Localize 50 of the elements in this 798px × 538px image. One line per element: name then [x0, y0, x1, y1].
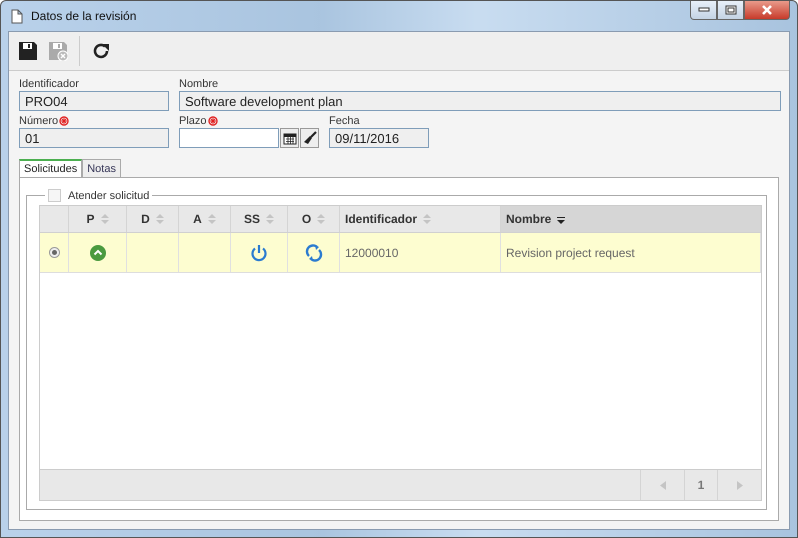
page-number[interactable]: 1: [684, 470, 717, 500]
sort-icon: [557, 214, 566, 224]
input-field[interactable]: 01: [19, 128, 169, 148]
column-header[interactable]: D: [127, 206, 179, 232]
table-cell: 12000010: [345, 246, 398, 260]
field-label: Plazo: [179, 115, 207, 127]
radio-button[interactable]: [48, 247, 60, 258]
clear-button[interactable]: [300, 128, 319, 148]
chevron-up-icon: [88, 244, 106, 262]
maximize-icon: [724, 5, 736, 15]
maximize-button[interactable]: [717, 1, 744, 20]
column-header[interactable]: A: [179, 206, 231, 232]
close-icon: [760, 5, 774, 15]
tab[interactable]: Notas: [82, 159, 121, 177]
input-field[interactable]: Software development plan: [179, 91, 781, 111]
column-header[interactable]: SS: [231, 206, 288, 232]
window-title: Datos de la revisión: [31, 9, 136, 23]
right-triangle-icon: [736, 480, 742, 490]
required-icon: [208, 116, 218, 126]
sort-icon: [266, 214, 274, 224]
minimize-icon: [698, 7, 710, 13]
field-label: Nombre: [179, 78, 218, 90]
field-label: Identificador: [19, 78, 79, 90]
left-triangle-icon: [660, 480, 666, 490]
calendar-button[interactable]: [280, 128, 299, 148]
checkbox-label: Atender solicitud: [68, 190, 150, 202]
sort-icon: [100, 214, 108, 224]
tab[interactable]: Solicitudes: [19, 159, 82, 177]
input-field[interactable]: [179, 128, 279, 148]
sort-icon: [208, 214, 216, 224]
checkbox[interactable]: [48, 189, 61, 202]
column-header[interactable]: O: [288, 206, 340, 232]
input-field[interactable]: PRO04: [19, 91, 169, 111]
table-row[interactable]: 12000010 Revision project request: [40, 233, 761, 273]
field-label: Fecha: [329, 115, 360, 127]
column-header[interactable]: P: [69, 206, 127, 232]
document-icon: [11, 8, 23, 24]
column-header[interactable]: Nombre: [501, 206, 761, 232]
input-field[interactable]: 09/11/2016: [329, 128, 429, 148]
table-cell: Revision project request: [506, 246, 635, 260]
power-icon: [250, 244, 268, 262]
field-label: Número: [19, 115, 58, 127]
sort-icon: [423, 214, 432, 224]
sort-icon: [317, 214, 326, 224]
sort-icon: [156, 214, 164, 224]
required-icon: [59, 116, 70, 126]
sync-icon: [304, 244, 322, 262]
save-button[interactable]: [17, 40, 39, 62]
minimize-button[interactable]: [690, 1, 717, 20]
close-button[interactable]: [744, 1, 790, 20]
